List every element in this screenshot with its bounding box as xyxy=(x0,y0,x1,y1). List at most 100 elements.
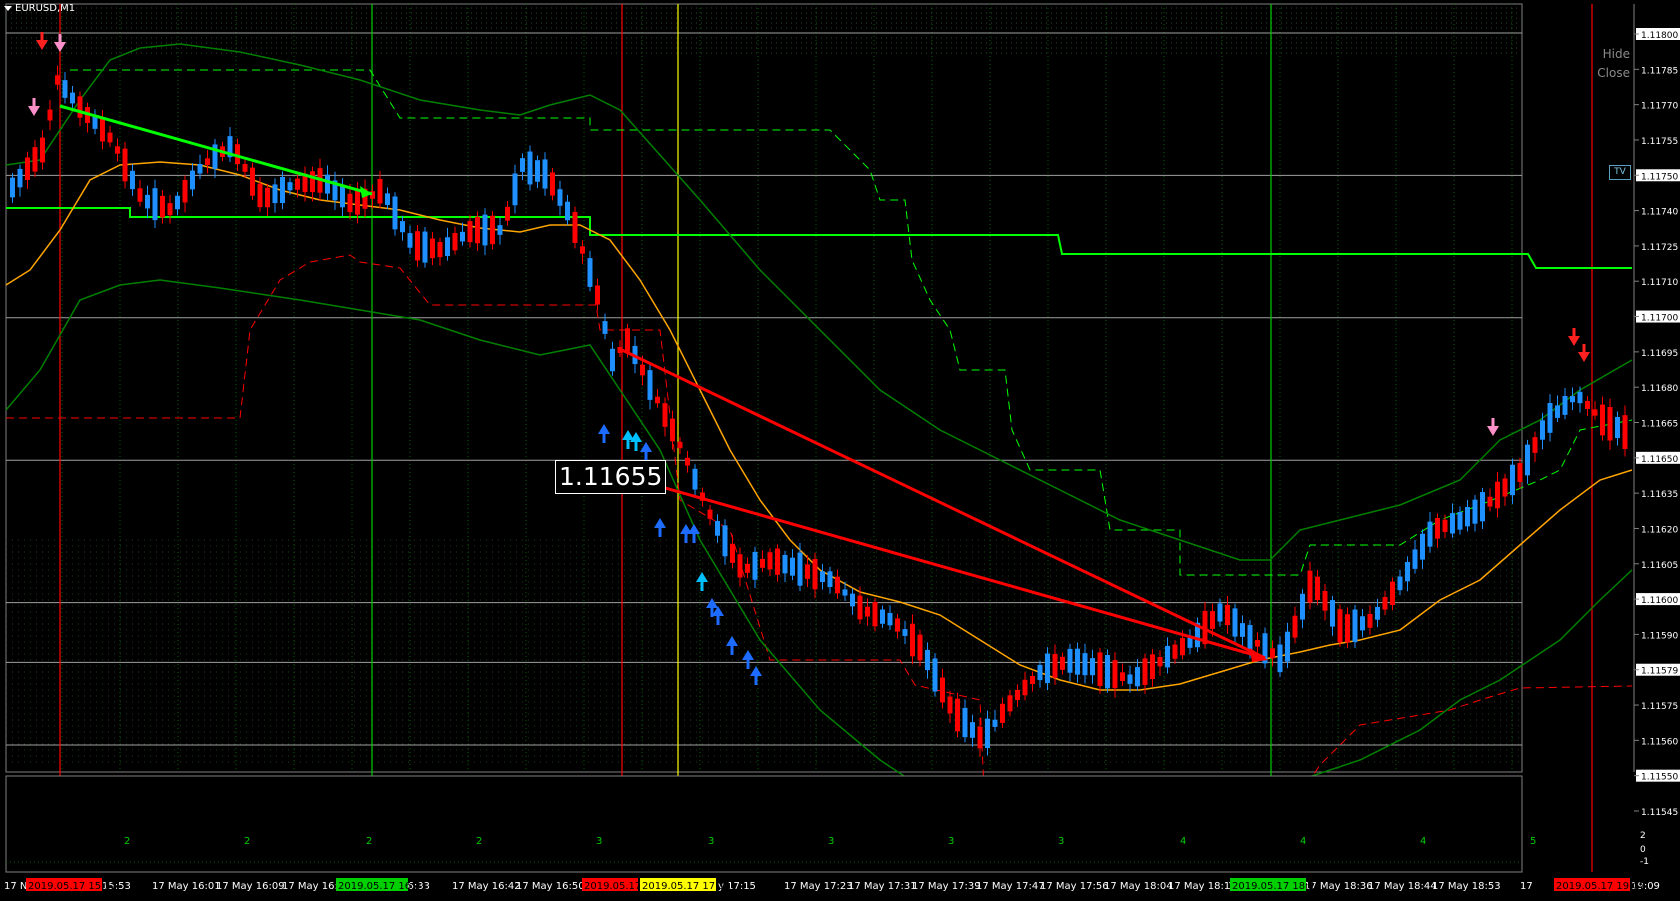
candle-body xyxy=(730,543,735,563)
candle-body xyxy=(25,157,30,181)
upper-channel-dashed xyxy=(70,69,1633,576)
candle-body xyxy=(145,194,150,209)
price-label: 1.11710 xyxy=(1641,278,1678,288)
candle-body xyxy=(1607,407,1613,441)
candle-body xyxy=(392,196,398,230)
up-arrow-icon xyxy=(688,524,700,534)
price-label: 1.11550 xyxy=(1641,773,1678,783)
candle-body xyxy=(955,698,960,732)
price-label: 1.11665 xyxy=(1641,420,1678,430)
time-label: 17 May 18:04 xyxy=(1104,881,1173,892)
price-chart[interactable]: 1.11800 1.11785 1.11770 1.11755 1.11750 1.117… xyxy=(0,0,1680,897)
candle-body xyxy=(1540,420,1545,440)
candle-body xyxy=(70,92,75,104)
candle-body xyxy=(1367,613,1373,628)
candle-body xyxy=(805,564,810,579)
tv-badge[interactable]: TV xyxy=(1609,165,1631,180)
candle-body xyxy=(842,589,848,596)
candle-body xyxy=(1487,496,1493,507)
candle-body xyxy=(1090,658,1095,676)
price-label: 1.11650 xyxy=(1641,455,1678,465)
candle-body xyxy=(377,179,383,204)
candle-body xyxy=(430,238,435,259)
candle-body xyxy=(827,571,833,587)
candle-body xyxy=(257,183,263,208)
candle-body xyxy=(130,170,135,190)
candle-body xyxy=(715,520,720,536)
candle-body xyxy=(1180,638,1185,656)
candle-body xyxy=(752,551,758,580)
candle-body xyxy=(767,552,773,570)
candle-body xyxy=(902,629,908,636)
down-arrow-icon xyxy=(1572,328,1576,337)
candle-body xyxy=(287,182,293,191)
up-arrow-icon xyxy=(602,434,606,443)
time-axis: 17 N 15:53 17 May 16:0117 May 16:0917 May … xyxy=(4,878,1660,892)
down-arrow-icon xyxy=(40,32,44,41)
candle-body xyxy=(1000,703,1005,723)
price-label: 1.11560 xyxy=(1641,737,1678,747)
price-label: 1.11770 xyxy=(1641,102,1678,112)
candle-body xyxy=(655,396,660,404)
candle-body xyxy=(527,151,533,185)
candle-body xyxy=(197,163,203,174)
candle-body xyxy=(1592,409,1598,416)
candle-body xyxy=(107,132,113,143)
candle-body xyxy=(77,96,83,118)
candle-body xyxy=(415,231,420,261)
price-label: 1.11579 xyxy=(1641,667,1678,677)
candle-body xyxy=(1172,644,1178,659)
grid xyxy=(61,4,1513,772)
sub-count: 3 xyxy=(828,836,834,847)
candle-body xyxy=(857,595,863,620)
candle-body xyxy=(1240,623,1245,637)
up-arrow-icon xyxy=(634,442,638,451)
candle-body xyxy=(797,552,803,586)
symbol-label[interactable]: EURUSD,M1 xyxy=(4,3,75,14)
candle-body xyxy=(587,258,593,287)
candles xyxy=(10,65,1628,757)
candle-body xyxy=(190,170,195,190)
candle-body xyxy=(1472,499,1478,524)
candle-body xyxy=(910,623,915,657)
candle-body xyxy=(152,188,158,221)
candle-body xyxy=(32,147,38,172)
candle-body xyxy=(1120,672,1125,682)
sub-count: 3 xyxy=(596,836,602,847)
candle-body xyxy=(1442,519,1448,532)
sub-count: 3 xyxy=(1058,836,1064,847)
candle-body xyxy=(1427,521,1433,547)
candle-body xyxy=(895,618,900,632)
price-label: 1.11725 xyxy=(1641,243,1678,253)
candle-body xyxy=(1255,639,1260,647)
candle-body xyxy=(175,195,180,210)
candle-body xyxy=(595,285,600,305)
candle-body xyxy=(205,158,210,166)
candle-body xyxy=(737,554,743,578)
candle-body xyxy=(17,168,23,188)
candle-body xyxy=(542,159,548,189)
candle-body xyxy=(1135,667,1140,687)
chart-window[interactable]: 1.11800 1.11785 1.11770 1.11755 1.11750 1.117… xyxy=(0,0,1680,897)
price-label: 1.11695 xyxy=(1641,349,1678,359)
close-button[interactable]: Close xyxy=(1597,66,1630,80)
up-arrow-icon xyxy=(754,676,758,685)
candle-body xyxy=(572,212,578,243)
price-label: 1.11590 xyxy=(1641,631,1678,641)
dropdown-icon[interactable] xyxy=(4,6,12,11)
candle-body xyxy=(115,146,120,154)
up-arrow-icon xyxy=(684,534,688,543)
candle-body xyxy=(760,558,765,568)
time-label: 17 May 17:31 xyxy=(848,881,917,892)
sub-axis-label: 0 xyxy=(1640,845,1646,855)
candle-body xyxy=(310,171,315,193)
candle-body xyxy=(685,457,690,466)
candle-body xyxy=(1210,611,1215,629)
symbol-text: EURUSD,M1 xyxy=(15,3,76,14)
candle-body xyxy=(962,707,968,738)
candle-body xyxy=(1435,518,1440,539)
price-label: 1.11785 xyxy=(1641,66,1678,76)
candle-body xyxy=(670,418,675,442)
hide-button[interactable]: Hide xyxy=(1603,47,1630,61)
candle-body xyxy=(1600,404,1605,436)
